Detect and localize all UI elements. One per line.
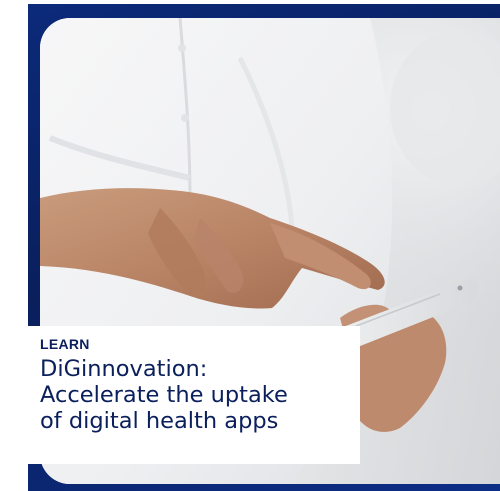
- caption-panel: LEARN DiGinnovation: Accelerate the upta…: [0, 326, 360, 464]
- title-line: DiGinnovation:: [40, 356, 208, 382]
- title-line: of digital health apps: [40, 408, 279, 434]
- article-card[interactable]: LEARN DiGinnovation: Accelerate the upta…: [0, 0, 500, 491]
- article-title[interactable]: DiGinnovation: Accelerate the uptake of …: [40, 356, 360, 434]
- category-tag: LEARN: [40, 336, 90, 352]
- title-line: Accelerate the uptake: [40, 382, 288, 408]
